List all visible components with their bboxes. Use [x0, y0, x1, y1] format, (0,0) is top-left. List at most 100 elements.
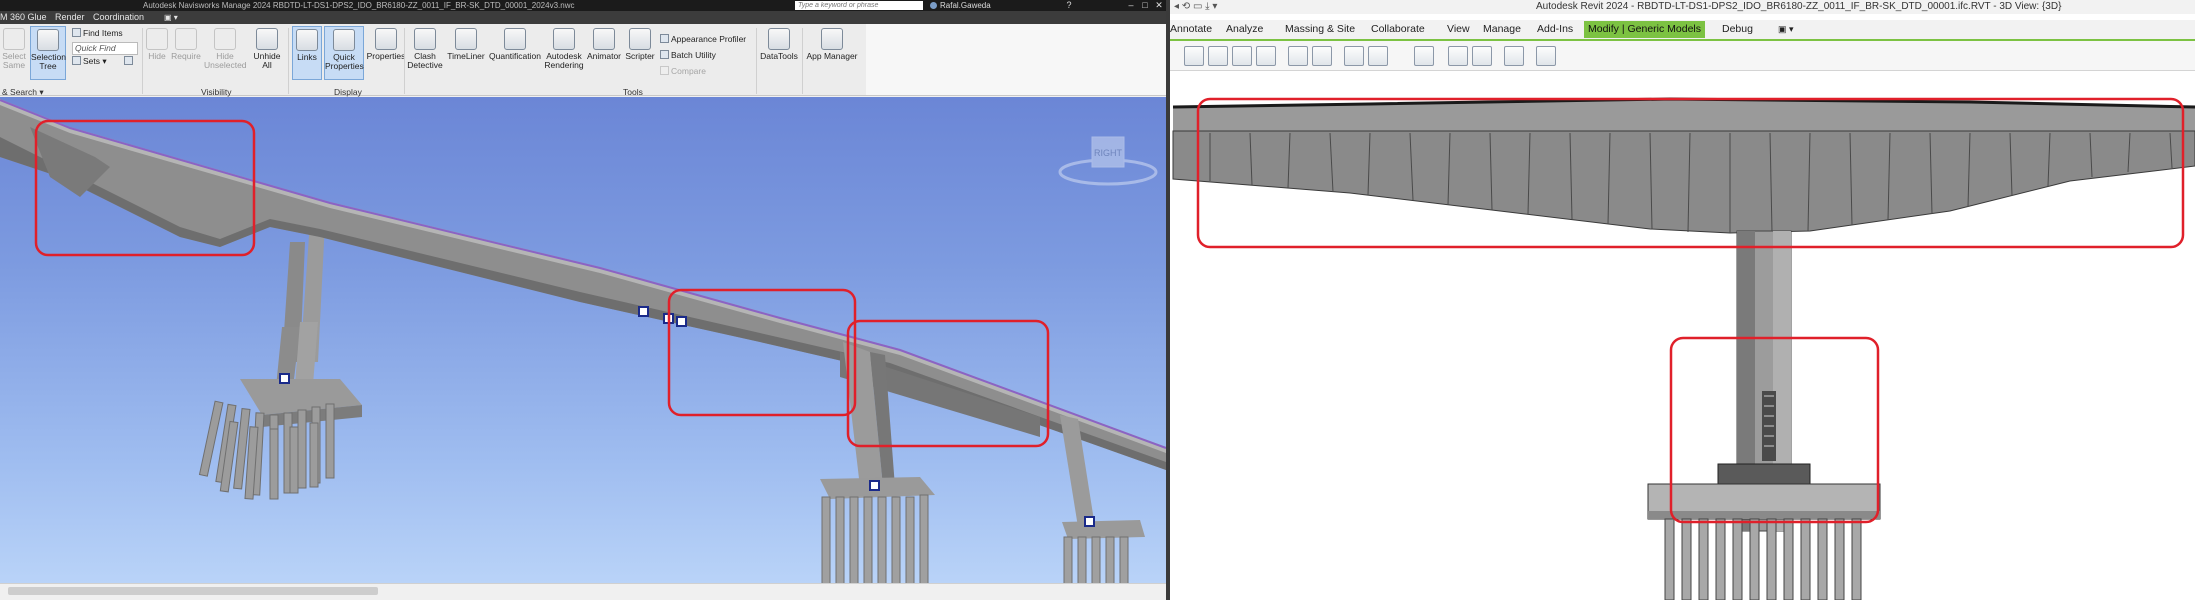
panel-divider [802, 28, 803, 94]
mirror-draw-icon[interactable] [1256, 46, 1276, 66]
tab-view[interactable]: View [1447, 20, 1470, 39]
select-same-icon [3, 28, 25, 50]
navisworks-window-title: Autodesk Navisworks Manage 2024 RBDTD-LT… [143, 1, 575, 10]
select-same-button[interactable]: Select Same [0, 28, 28, 70]
copy-icon[interactable] [1312, 46, 1332, 66]
pin-icon[interactable] [1344, 46, 1364, 66]
help-search-input[interactable] [795, 1, 923, 10]
help-icon[interactable]: ? [1062, 0, 1076, 11]
require-button[interactable]: Require [170, 28, 202, 61]
batch-utility-button[interactable]: Batch Utility [660, 50, 716, 61]
panel-display: Display [334, 87, 362, 97]
hide-button[interactable]: Hide [146, 28, 168, 61]
unhide-all-icon [256, 28, 278, 50]
selection-marker[interactable] [676, 316, 687, 327]
modify-tool-icon[interactable] [1184, 46, 1204, 66]
properties-button[interactable]: Properties [366, 28, 406, 61]
navisworks-window: Autodesk Navisworks Manage 2024 RBDTD-LT… [0, 0, 1166, 600]
tab-collaborate[interactable]: Collaborate [1371, 20, 1425, 39]
links-icon [296, 29, 318, 51]
move-icon[interactable] [1288, 46, 1308, 66]
revit-3d-viewport[interactable] [1170, 71, 2195, 600]
appearance-profiler-button[interactable]: Appearance Profiler [660, 34, 746, 45]
autodesk-rendering-button[interactable]: Autodesk Rendering [544, 28, 584, 70]
selection-marker[interactable] [1084, 516, 1095, 527]
revit-window: ◂ ⟲ ▭ ⤓ ▾ Autodesk Revit 2024 - RBDTD-LT… [1170, 0, 2195, 600]
panel-divider [756, 28, 757, 94]
app-manager-button[interactable]: App Manager [804, 28, 860, 61]
quick-find-input[interactable]: Quick Find [72, 42, 138, 55]
batch-utility-icon [660, 50, 669, 59]
clash-detective-button[interactable]: Clash Detective [406, 28, 444, 70]
piles-group-2 [821, 494, 929, 583]
minimize-icon[interactable]: – [1124, 0, 1138, 11]
navisworks-3d-viewport[interactable]: RIGHT [0, 97, 1166, 583]
delete-icon[interactable] [1368, 46, 1388, 66]
properties-icon [375, 28, 397, 50]
pile-cap [1062, 520, 1145, 539]
autodesk-rendering-icon [553, 28, 575, 50]
ribbon-tool-icon[interactable] [1536, 46, 1556, 66]
links-button[interactable]: Links [292, 26, 322, 80]
app-icon[interactable] [2, 0, 9, 11]
animator-button[interactable]: Animator [586, 28, 622, 61]
tab-add-ins[interactable]: Add-Ins [1537, 20, 1573, 39]
compare-icon [660, 66, 669, 75]
tab-coordination[interactable]: Coordination [93, 11, 144, 24]
tab-debug[interactable]: Debug [1722, 20, 1753, 39]
user-name[interactable]: Rafal.Gaweda [940, 0, 991, 11]
tab-annotate[interactable]: Annotate [1170, 20, 1212, 39]
tab-render[interactable]: Render [55, 11, 85, 24]
quick-access-toolbar[interactable]: ◂ ⟲ ▭ ⤓ ▾ [1174, 0, 1217, 14]
tab-manage[interactable]: Manage [1483, 20, 1521, 39]
revit-ribbon [1170, 39, 2195, 71]
tab-overflow-icon[interactable]: ▣ ▾ [164, 11, 178, 24]
bridge-girder [1172, 130, 2195, 234]
tab-m360-glue[interactable]: M 360 Glue [0, 11, 47, 24]
scrollbar-thumb[interactable] [8, 587, 378, 595]
datatools-icon [768, 28, 790, 50]
timeliner-button[interactable]: TimeLiner [446, 28, 486, 61]
scripter-button[interactable]: Scripter [624, 28, 656, 61]
align-icon[interactable] [1208, 46, 1228, 66]
navisworks-ribbon-tabs: M 360 Glue Render Coordination ▣ ▾ [0, 11, 1166, 24]
horizontal-scrollbar[interactable] [0, 583, 1166, 600]
selection-marker[interactable] [279, 373, 290, 384]
viewcube[interactable]: RIGHT [1058, 136, 1158, 186]
close-icon[interactable]: ✕ [1152, 0, 1166, 11]
compare-button[interactable]: Compare [660, 66, 706, 77]
tab-massing-site[interactable]: Massing & Site [1285, 20, 1355, 39]
panel-tools: Tools [623, 87, 643, 97]
timeliner-icon [455, 28, 477, 50]
selection-tree-button[interactable]: Selection Tree [30, 26, 66, 80]
tab-analyze[interactable]: Analyze [1226, 20, 1263, 39]
hide-unselected-button[interactable]: Hide Unselected [204, 28, 247, 70]
revit-window-title: Autodesk Revit 2024 - RBDTD-LT-DS1-DPS2_… [1536, 1, 2062, 12]
bridge-model-navisworks: RIGHT [0, 99, 1166, 583]
scripter-icon [629, 28, 651, 50]
maximize-icon[interactable]: □ [1138, 0, 1152, 11]
viewcube-label: RIGHT [1094, 148, 1123, 158]
app-manager-icon [821, 28, 843, 50]
piles-group-3 [1063, 536, 1129, 583]
sets-manage-icon [124, 56, 133, 65]
edit-family-icon[interactable] [1472, 46, 1492, 66]
sets-dropdown[interactable]: Sets ▾ [72, 56, 107, 67]
mirror-icon[interactable] [1232, 46, 1252, 66]
measure-icon[interactable] [1414, 46, 1434, 66]
create-group-icon[interactable] [1448, 46, 1468, 66]
find-items-button[interactable]: Find Items [72, 28, 123, 39]
quick-properties-button[interactable]: Quick Properties [324, 26, 364, 80]
revit-titlebar: ◂ ⟲ ▭ ⤓ ▾ Autodesk Revit 2024 - RBDTD-LT… [1170, 0, 2195, 14]
quantification-button[interactable]: Quantification [488, 28, 542, 61]
datatools-button[interactable]: DataTools [758, 28, 800, 61]
selection-marker[interactable] [638, 306, 649, 317]
tab-overflow-icon[interactable]: ▣ ▾ [1778, 20, 1794, 39]
selection-marker[interactable] [869, 480, 880, 491]
sets-manage-button[interactable] [124, 56, 135, 67]
unhide-all-button[interactable]: Unhide All [250, 28, 284, 70]
revit-ribbon-tabs: Annotate Analyze Massing & Site Collabor… [1170, 20, 2195, 39]
view-icon[interactable] [1504, 46, 1524, 66]
tab-modify-generic-models[interactable]: Modify | Generic Models [1584, 21, 1706, 38]
hide-unselected-icon [214, 28, 236, 50]
